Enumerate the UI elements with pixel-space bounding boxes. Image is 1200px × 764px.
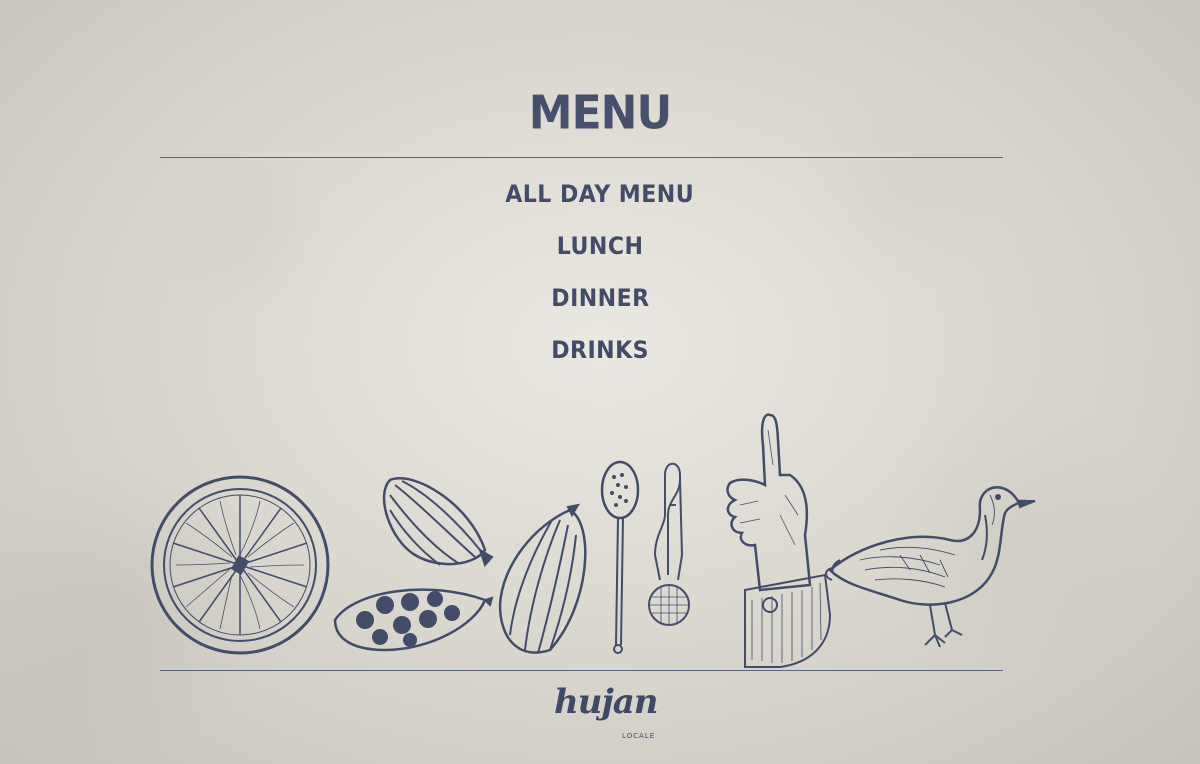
- logo-text: hujan: [554, 682, 658, 722]
- duck-icon: [825, 486, 1036, 648]
- all-day-menu-link[interactable]: ALL DAY MENU: [506, 172, 695, 216]
- menu-item-all-day: ALL DAY MENU: [0, 172, 1200, 224]
- cardamom-seed-pod-icon: [498, 503, 587, 654]
- open-cardamom-pod-icon: [333, 588, 494, 652]
- dinner-link[interactable]: DINNER: [551, 276, 649, 320]
- bottom-divider: [160, 670, 1003, 671]
- drinks-link[interactable]: DRINKS: [551, 328, 649, 372]
- tea-infuser-spoon-icon: [600, 460, 640, 654]
- page-title: MENU: [528, 86, 672, 141]
- menu-item-drinks: DRINKS: [0, 328, 1200, 380]
- orange-slice-icon: [150, 475, 330, 655]
- pointing-hand-icon: [726, 413, 832, 668]
- decorative-illustrations: [150, 413, 1036, 668]
- brand-logo[interactable]: hujan LOCALE: [540, 682, 660, 744]
- cardamom-pod-icon: [382, 477, 494, 567]
- logo-subtext: LOCALE: [622, 732, 656, 740]
- menu-item-lunch: LUNCH: [0, 224, 1200, 276]
- top-divider: [160, 157, 1003, 158]
- tea-strainer-tongs-icon: [648, 462, 690, 626]
- menu-item-dinner: DINNER: [0, 276, 1200, 328]
- lunch-link[interactable]: LUNCH: [557, 224, 644, 268]
- menu-navigation: ALL DAY MENU LUNCH DINNER DRINKS: [0, 172, 1200, 380]
